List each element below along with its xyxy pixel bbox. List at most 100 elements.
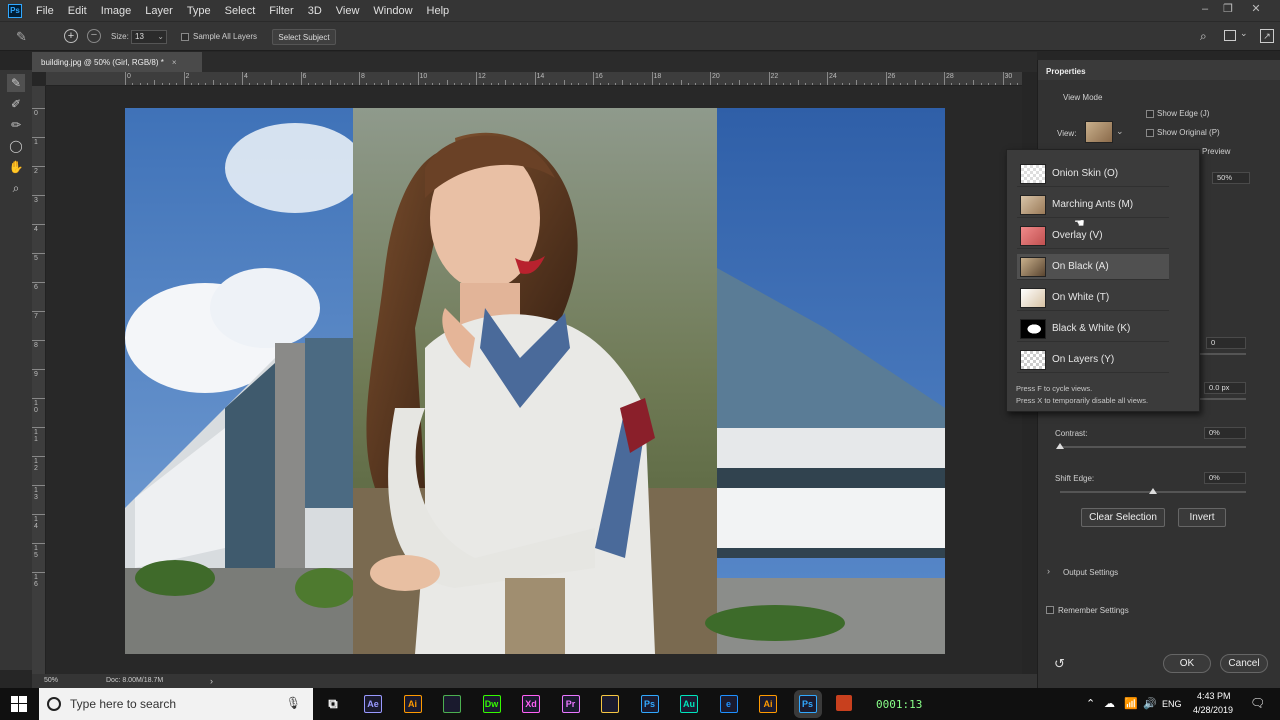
tray-show-hidden-icon[interactable]: ⌃ [1086, 697, 1095, 710]
output-settings-label[interactable]: Output Settings [1063, 568, 1118, 577]
ruler-tick [32, 195, 45, 196]
taskbar-app-icon[interactable]: Ae [364, 695, 382, 713]
onedrive-icon[interactable]: ☁ [1104, 697, 1115, 710]
quick-selection-tool-icon[interactable]: ✎ [7, 74, 25, 92]
action-center-icon[interactable]: 🗨 [1250, 696, 1265, 710]
menu-select[interactable]: Select [225, 5, 256, 17]
invert-button[interactable]: Invert [1178, 508, 1226, 527]
ruler-tick [32, 340, 45, 341]
ruler-label: 1 3 [34, 487, 38, 501]
cancel-button[interactable]: Cancel [1220, 654, 1268, 673]
view-mode-thumbnail[interactable] [1085, 121, 1113, 143]
taskbar-app-icon[interactable]: Ps [640, 695, 659, 713]
shift-edge-slider-thumb[interactable] [1149, 488, 1157, 494]
menu-help[interactable]: Help [427, 5, 450, 17]
show-original-checkbox[interactable] [1146, 129, 1154, 137]
document-image[interactable] [125, 108, 945, 654]
taskbar-app-icon[interactable]: Pr [561, 695, 580, 713]
close-icon[interactable]: ✕ [1250, 3, 1262, 15]
menu-3d[interactable]: 3D [308, 5, 322, 17]
ruler-vertical: 0 1 2 3 4 5 6 7 8 9 1 0 1 1 1 2 1 3 1 4 1 5 1 6 [32, 86, 46, 674]
view-mode-item-overlay[interactable]: Overlay (V) [1017, 223, 1169, 249]
brush-preset-icon[interactable]: ✎ [16, 29, 27, 45]
refine-edge-brush-icon[interactable]: ✐ [7, 95, 25, 113]
ruler-label: 4 [34, 226, 38, 233]
taskbar-app-icon[interactable]: e [719, 695, 738, 713]
search-icon[interactable]: ⌕ [1200, 29, 1207, 44]
menu-type[interactable]: Type [187, 5, 211, 17]
ruler-tick [32, 253, 45, 254]
lasso-tool-icon[interactable]: ◯ [7, 137, 25, 155]
menu-image[interactable]: Image [101, 5, 132, 17]
taskbar-app-icon[interactable]: Dw [482, 695, 501, 713]
clear-selection-button[interactable]: Clear Selection [1081, 508, 1165, 527]
restore-icon[interactable]: ❐ [1222, 3, 1234, 15]
taskbar-app-icon[interactable]: Ai [403, 695, 422, 713]
clock-date[interactable]: 4/28/2019 [1193, 705, 1233, 715]
feather-input[interactable]: 0.0 px [1204, 382, 1246, 394]
menu-layer[interactable]: Layer [145, 5, 173, 17]
view-mode-chevron-icon[interactable]: ⌄ [1116, 126, 1124, 137]
ok-button[interactable]: OK [1163, 654, 1211, 673]
remember-settings-checkbox[interactable] [1046, 606, 1054, 614]
status-menu-arrow-icon[interactable]: › [210, 676, 213, 686]
taskbar-app-icon[interactable] [601, 695, 619, 713]
ruler-tick [32, 311, 45, 312]
zoom-tool-icon[interactable]: ⌕ [7, 179, 25, 197]
ruler-tick [32, 543, 45, 544]
zoom-level[interactable]: 50% [44, 677, 58, 684]
menu-view[interactable]: View [336, 5, 360, 17]
taskbar-app-icon[interactable]: Xd [522, 695, 540, 713]
clock-time[interactable]: 4:43 PM [1197, 691, 1231, 701]
contrast-input[interactable]: 0% [1204, 427, 1246, 439]
windows-start-button[interactable] [0, 688, 38, 720]
menu-edit[interactable]: Edit [68, 5, 87, 17]
record-app-icon[interactable] [836, 695, 852, 711]
subtract-from-selection-icon[interactable]: − [87, 29, 101, 43]
reset-icon[interactable]: ↺ [1054, 656, 1065, 672]
menu-file[interactable]: File [36, 5, 54, 17]
view-mode-item-marching-ants[interactable]: Marching Ants (M) [1017, 192, 1169, 218]
onion-skin-thumb-icon [1020, 163, 1046, 184]
windows-logo-icon [11, 696, 27, 712]
language-indicator[interactable]: ENG [1162, 699, 1182, 709]
expand-chevron-icon[interactable]: › [1047, 566, 1050, 576]
ruler-tick [32, 572, 45, 573]
add-to-selection-icon[interactable]: + [64, 29, 78, 43]
opacity-input[interactable]: 50% [1212, 172, 1250, 184]
volume-icon[interactable]: 🔊 [1143, 697, 1157, 710]
workspace-chevron-icon[interactable]: ⌄ [1240, 28, 1248, 39]
tab-close-icon[interactable]: × [172, 58, 177, 67]
menu-window[interactable]: Window [373, 5, 412, 17]
hand-tool-icon[interactable]: ✋ [7, 158, 25, 176]
document-tab[interactable]: building.jpg @ 50% (Girl, RGB/8) * × [32, 52, 202, 72]
radius-input[interactable]: 0 [1206, 337, 1246, 349]
taskbar-app-icon[interactable]: Ps [798, 695, 817, 713]
ruler-tick [651, 72, 653, 85]
view-mode-item-on-black[interactable]: On Black (A) [1017, 254, 1169, 280]
taskbar-app-icon[interactable]: Ai [759, 695, 777, 713]
minimize-icon[interactable]: – [1199, 3, 1211, 15]
contrast-slider-thumb[interactable] [1056, 443, 1064, 449]
task-view-icon[interactable]: ⧉ [324, 695, 342, 713]
sample-all-layers-checkbox[interactable] [181, 33, 189, 41]
view-mode-item-on-layers[interactable]: On Layers (Y) [1017, 347, 1169, 373]
view-mode-item-black-white[interactable]: Black & White (K) [1017, 316, 1169, 342]
shift-edge-input[interactable]: 0% [1204, 472, 1246, 484]
microphone-icon[interactable]: 🎙 [286, 696, 301, 710]
view-mode-item-on-white[interactable]: On White (T) [1017, 285, 1169, 311]
show-edge-checkbox[interactable] [1146, 110, 1154, 118]
taskbar-app-icon[interactable]: Au [680, 695, 698, 713]
network-icon[interactable]: 📶 [1124, 697, 1138, 710]
chevron-down-icon[interactable]: ⌄ [157, 31, 164, 43]
share-icon[interactable]: ↗ [1260, 29, 1274, 43]
size-input[interactable]: 13 ⌄ [131, 30, 167, 44]
view-mode-item-onion-skin[interactable]: Onion Skin (O) [1017, 161, 1169, 187]
taskbar-search-box[interactable]: Type here to search 🎙 [39, 688, 313, 720]
brush-tool-icon[interactable]: ✏ [7, 116, 25, 134]
contrast-slider[interactable] [1060, 446, 1246, 448]
menu-filter[interactable]: Filter [269, 5, 293, 17]
taskbar-app-icon[interactable] [443, 695, 461, 713]
workspace-icon[interactable] [1224, 30, 1236, 41]
select-subject-button[interactable]: Select Subject [272, 29, 336, 45]
